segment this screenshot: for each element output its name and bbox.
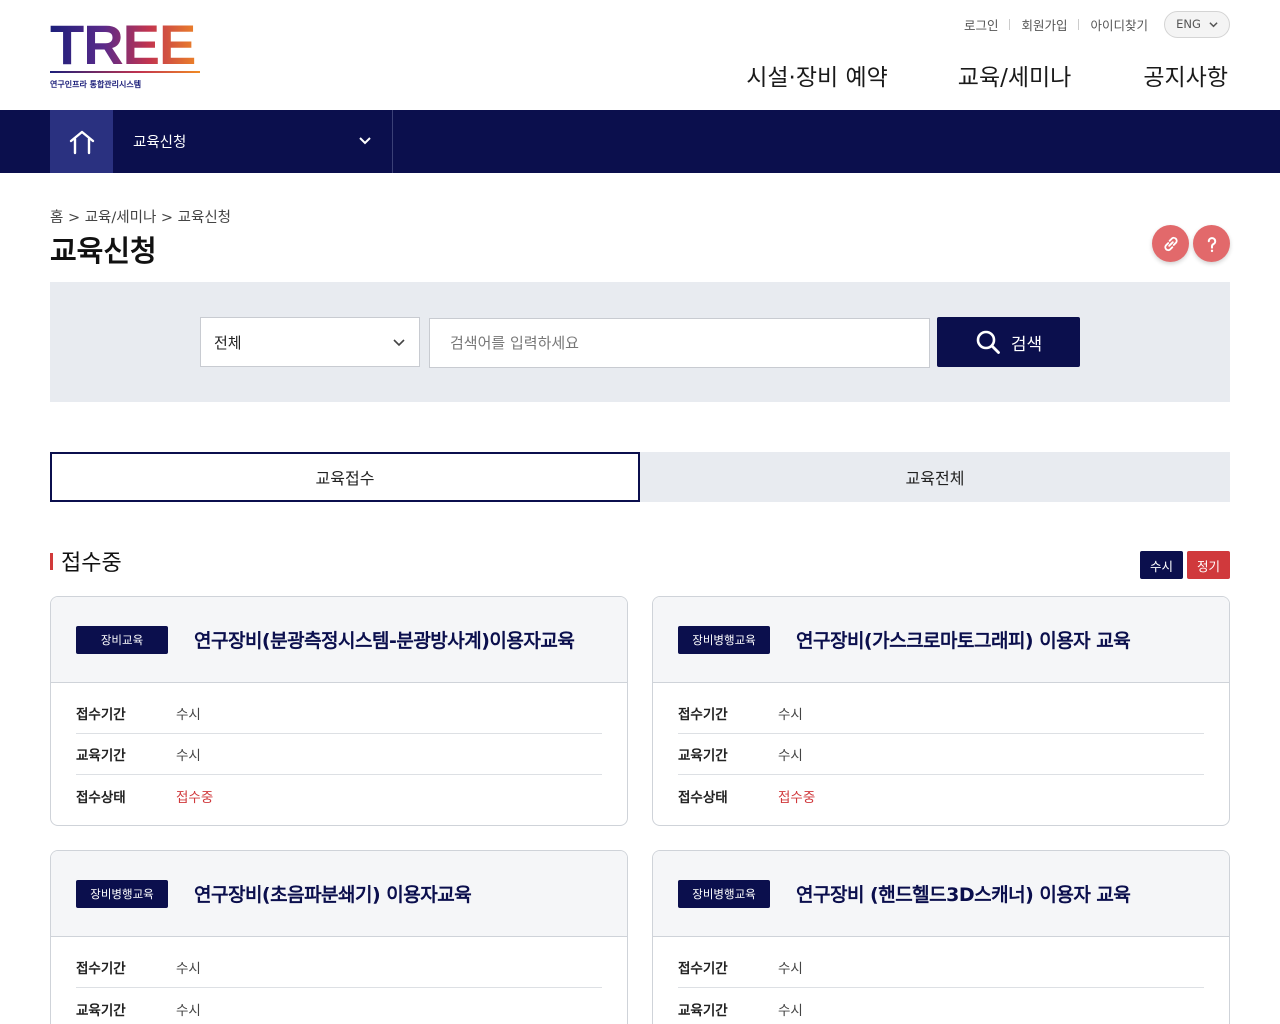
nav-facility-reservation[interactable]: 시설·장비 예약 — [746, 58, 888, 92]
info-value: 수시 — [176, 1002, 201, 1019]
info-value: 수시 — [778, 1002, 803, 1019]
info-label: 접수상태 — [678, 789, 728, 806]
section-title-text: 접수중 — [61, 551, 122, 576]
card-header: 장비병행교육 연구장비(가스크로마토그래피) 이용자 교육 — [653, 597, 1229, 683]
login-link[interactable]: 로그인 — [964, 15, 999, 34]
chevron-down-icon — [1209, 21, 1218, 27]
education-card[interactable]: 장비병행교육 연구장비(초음파분쇄기) 이용자교육 접수기간 수시 교육기간 수시 — [50, 850, 628, 1024]
card-header: 장비병행교육 연구장비 (핸드헬드3D스캐너) 이용자 교육 — [653, 851, 1229, 937]
status-value: 접수중 — [176, 789, 214, 806]
card-body: 접수기간 수시 교육기간 수시 — [653, 937, 1229, 1024]
nav-notice[interactable]: 공지사항 — [1143, 58, 1228, 92]
legend-occasional: 수시 — [1140, 551, 1183, 579]
section-heading: 접수중 — [50, 546, 122, 576]
info-value: 수시 — [176, 961, 201, 977]
logo-wordmark: TREE — [50, 17, 202, 73]
info-row: 접수상태 접수중 — [76, 775, 602, 816]
info-label: 접수기간 — [76, 707, 126, 723]
heading-accent-bar — [50, 552, 53, 570]
info-value: 수시 — [778, 707, 803, 723]
card-body: 접수기간 수시 교육기간 수시 접수상태 접수중 — [51, 683, 627, 816]
tab-all-education[interactable]: 교육전체 — [640, 452, 1230, 502]
info-row: 교육기간 수시 — [678, 734, 1204, 775]
info-label: 교육기간 — [76, 748, 126, 764]
search-category-select[interactable]: 전체 — [200, 317, 420, 367]
info-row: 접수상태 접수중 — [678, 775, 1204, 816]
card-title[interactable]: 연구장비(분광측정시스템-분광방사계)이용자교육 — [194, 626, 575, 653]
site-logo[interactable]: TREE 연구인프라 통합관리시스템 — [50, 17, 202, 92]
info-label: 교육기간 — [678, 748, 728, 764]
info-value: 수시 — [778, 748, 803, 764]
logo-subtitle: 연구인프라 통합관리시스템 — [50, 80, 142, 89]
help-icon — [1207, 236, 1216, 252]
site-header: TREE 연구인프라 통합관리시스템 로그인 회원가입 아이디찾기 ENG 시설… — [0, 0, 1280, 110]
info-label: 접수상태 — [76, 789, 126, 806]
home-icon — [69, 130, 94, 154]
divider — [1009, 18, 1011, 30]
category-tag: 장비병행교육 — [76, 879, 168, 908]
card-title[interactable]: 연구장비(초음파분쇄기) 이용자교육 — [194, 880, 472, 907]
language-label: ENG — [1176, 17, 1201, 31]
category-tag: 장비병행교육 — [678, 879, 770, 908]
legend-regular: 정기 — [1187, 551, 1230, 579]
divider — [1078, 18, 1080, 30]
sub-menu-dropdown[interactable]: 교육신청 — [113, 110, 393, 173]
search-button[interactable]: 검색 — [937, 317, 1080, 367]
card-header: 장비병행교육 연구장비(초음파분쇄기) 이용자교육 — [51, 851, 627, 937]
card-body: 접수기간 수시 교육기간 수시 — [51, 937, 627, 1024]
info-row: 접수기간 수시 — [678, 947, 1204, 988]
info-label: 접수기간 — [678, 961, 728, 977]
breadcrumb: 홈 > 교육/세미나 > 교육신청 — [50, 210, 232, 226]
utility-links: 로그인 회원가입 아이디찾기 ENG — [964, 10, 1230, 38]
search-input[interactable] — [429, 318, 930, 368]
info-row: 교육기간 수시 — [678, 988, 1204, 1024]
category-tag: 장비병행교육 — [678, 625, 770, 654]
card-body: 접수기간 수시 교육기간 수시 접수상태 접수중 — [653, 683, 1229, 816]
help-button[interactable] — [1193, 225, 1230, 262]
search-category-value: 전체 — [214, 333, 242, 352]
main-navigation: 시설·장비 예약 교육/세미나 공지사항 — [746, 58, 1228, 92]
info-label: 접수기간 — [678, 707, 728, 723]
signup-link[interactable]: 회원가입 — [1021, 15, 1067, 34]
info-value: 수시 — [176, 748, 201, 764]
education-card[interactable]: 장비교육 연구장비(분광측정시스템-분광방사계)이용자교육 접수기간 수시 교육기… — [50, 596, 628, 826]
language-select[interactable]: ENG — [1164, 10, 1230, 38]
link-icon — [1163, 236, 1178, 251]
chevron-down-icon — [359, 137, 371, 145]
info-label: 접수기간 — [76, 961, 126, 977]
info-row: 접수기간 수시 — [76, 693, 602, 734]
category-tag: 장비교육 — [76, 625, 168, 654]
nav-education-seminar[interactable]: 교육/세미나 — [958, 58, 1072, 92]
search-button-label: 검색 — [1010, 334, 1043, 355]
tab-education-application[interactable]: 교육접수 — [50, 452, 640, 502]
home-button[interactable] — [50, 110, 113, 173]
info-row: 교육기간 수시 — [76, 734, 602, 775]
info-row: 접수기간 수시 — [76, 947, 602, 988]
find-id-link[interactable]: 아이디찾기 — [1090, 15, 1148, 34]
sub-menu-selected: 교육신청 — [133, 135, 187, 151]
info-value: 수시 — [778, 961, 803, 977]
chevron-down-icon — [393, 339, 405, 347]
page-title: 교육신청 — [50, 234, 157, 268]
info-label: 교육기간 — [76, 1002, 126, 1019]
info-row: 교육기간 수시 — [76, 988, 602, 1024]
card-title[interactable]: 연구장비(가스크로마토그래피) 이용자 교육 — [796, 626, 1131, 653]
card-title[interactable]: 연구장비 (핸드헬드3D스캐너) 이용자 교육 — [796, 880, 1131, 907]
card-header: 장비교육 연구장비(분광측정시스템-분광방사계)이용자교육 — [51, 597, 627, 683]
share-link-button[interactable] — [1152, 225, 1189, 262]
education-card[interactable]: 장비병행교육 연구장비 (핸드헬드3D스캐너) 이용자 교육 접수기간 수시 교육… — [652, 850, 1230, 1024]
info-row: 접수기간 수시 — [678, 693, 1204, 734]
search-icon — [976, 330, 1000, 354]
info-label: 교육기간 — [678, 1002, 728, 1019]
status-value: 접수중 — [778, 789, 816, 806]
education-card[interactable]: 장비병행교육 연구장비(가스크로마토그래피) 이용자 교육 접수기간 수시 교육기… — [652, 596, 1230, 826]
sub-navigation-bar: 교육신청 — [0, 110, 1280, 173]
search-panel: 전체 검색 — [50, 282, 1230, 402]
info-value: 수시 — [176, 707, 201, 723]
